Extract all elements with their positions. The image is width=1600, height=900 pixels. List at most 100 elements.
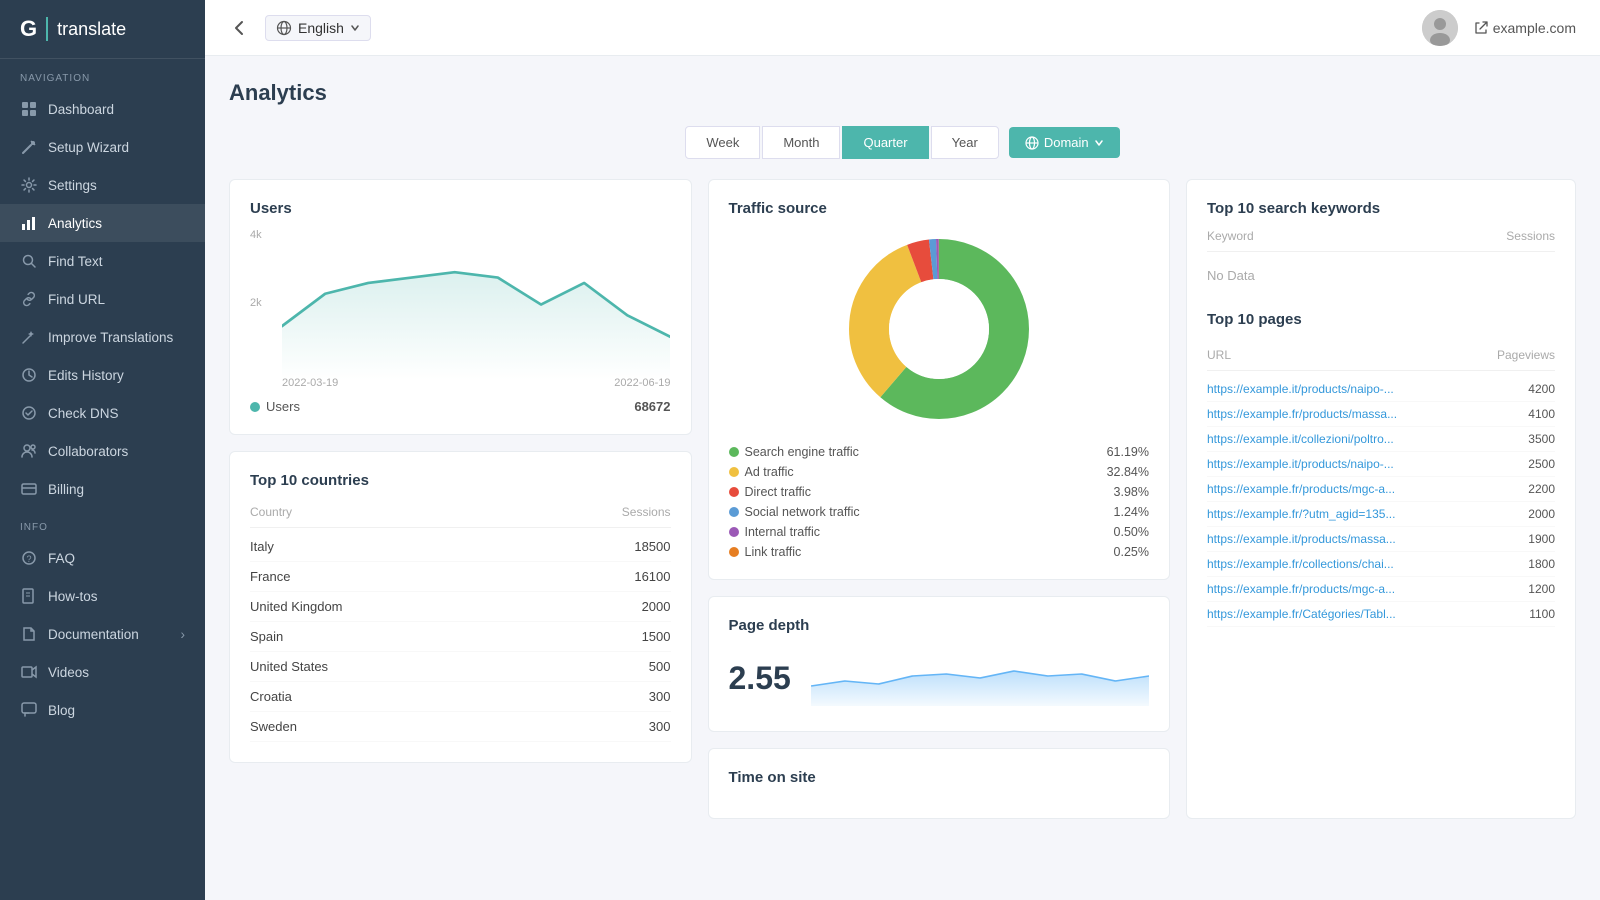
users-chart-area: 4k 2k xyxy=(250,229,671,389)
logo-name: translate xyxy=(57,19,126,40)
sidebar-item-collaborators[interactable]: Collaborators xyxy=(0,432,205,470)
filter-year[interactable]: Year xyxy=(931,126,999,159)
users-legend-value: 68672 xyxy=(634,399,670,414)
sidebar-item-find-text[interactable]: Find Text xyxy=(0,242,205,280)
filter-month[interactable]: Month xyxy=(762,126,840,159)
users-chart-title: Users xyxy=(250,200,671,217)
countries-table-body: Italy18500 France16100 United Kingdom200… xyxy=(250,532,671,742)
sidebar-item-setup-wizard[interactable]: Setup Wizard xyxy=(0,128,205,166)
sidebar-item-faq[interactable]: ? FAQ xyxy=(0,539,205,577)
page-row: https://example.fr/products/mgc-a...1200 xyxy=(1207,577,1555,602)
sidebar-item-improve-translations[interactable]: Improve Translations xyxy=(0,318,205,356)
globe-icon xyxy=(276,20,292,36)
page-row: https://example.fr/?utm_agid=135...2000 xyxy=(1207,502,1555,527)
traffic-row-3: Social network traffic 1.24% xyxy=(729,505,1150,519)
search-icon xyxy=(20,252,38,270)
time-on-site-card: Time on site xyxy=(708,748,1171,819)
domain-icon xyxy=(1025,136,1039,150)
sidebar-item-billing[interactable]: Billing xyxy=(0,470,205,508)
main-area: English example.com Analytics Week Month… xyxy=(205,0,1600,900)
sidebar-label-setup-wizard: Setup Wizard xyxy=(48,140,129,155)
back-button[interactable] xyxy=(229,18,249,38)
table-row: Croatia300 xyxy=(250,682,671,712)
sidebar-item-edits-history[interactable]: Edits History xyxy=(0,356,205,394)
domain-display: example.com xyxy=(1474,20,1576,36)
keywords-section: Top 10 search keywords Keyword Sessions … xyxy=(1207,200,1555,291)
y-label-4k: 4k xyxy=(250,229,278,241)
sidebar-item-find-url[interactable]: Find URL xyxy=(0,280,205,318)
page-depth-value: 2.55 xyxy=(729,660,791,697)
users-legend-label: Users xyxy=(266,399,300,414)
wand-icon xyxy=(20,138,38,156)
sidebar-label-find-text: Find Text xyxy=(48,254,103,269)
table-row: United Kingdom2000 xyxy=(250,592,671,622)
pages-header: URL Pageviews xyxy=(1207,348,1555,371)
traffic-row-5: Link traffic 0.25% xyxy=(729,545,1150,559)
page-row: https://example.it/products/naipo-...250… xyxy=(1207,452,1555,477)
pages-col2: Pageviews xyxy=(1497,348,1555,362)
social-dot xyxy=(729,507,739,517)
filter-domain[interactable]: Domain xyxy=(1009,127,1120,158)
filter-quarter[interactable]: Quarter xyxy=(842,126,928,159)
sidebar-label-dashboard: Dashboard xyxy=(48,102,114,117)
users-line-chart xyxy=(282,229,670,380)
traffic-source-card: Traffic source xyxy=(708,179,1171,580)
clock-icon xyxy=(20,366,38,384)
filter-bar: Week Month Quarter Year Domain xyxy=(229,126,1576,159)
sidebar-label-improve-translations: Improve Translations xyxy=(48,330,173,345)
filter-week[interactable]: Week xyxy=(685,126,760,159)
chart-legend: Users 68672 xyxy=(250,399,671,414)
sidebar-label-how-tos: How-tos xyxy=(48,589,98,604)
sidebar-item-analytics[interactable]: Analytics xyxy=(0,204,205,242)
page-row: https://example.fr/products/mgc-a...2200 xyxy=(1207,477,1555,502)
check-circle-icon xyxy=(20,404,38,422)
sidebar-label-faq: FAQ xyxy=(48,551,75,566)
sidebar-item-check-dns[interactable]: Check DNS xyxy=(0,394,205,432)
sidebar-label-edits-history: Edits History xyxy=(48,368,124,383)
sidebar-label-check-dns: Check DNS xyxy=(48,406,119,421)
traffic-row-2: Direct traffic 3.98% xyxy=(729,485,1150,499)
users-chart-card: Users 4k 2k xyxy=(229,179,692,435)
sidebar-label-settings: Settings xyxy=(48,178,97,193)
sidebar-item-settings[interactable]: Settings xyxy=(0,166,205,204)
page-row: https://example.it/products/naipo-...420… xyxy=(1207,377,1555,402)
video-icon xyxy=(20,663,38,681)
table-row: Sweden300 xyxy=(250,712,671,742)
table-row: Spain1500 xyxy=(250,622,671,652)
pages-col1: URL xyxy=(1207,348,1231,362)
sidebar-item-how-tos[interactable]: How-tos xyxy=(0,577,205,615)
top-pages-section: Top 10 pages URL Pageviews https://examp… xyxy=(1207,311,1555,627)
logo-bar xyxy=(46,17,48,41)
page-row: https://example.fr/collections/chai...18… xyxy=(1207,552,1555,577)
sidebar-label-documentation: Documentation xyxy=(48,627,139,642)
sidebar-item-dashboard[interactable]: Dashboard xyxy=(0,90,205,128)
time-on-site-title: Time on site xyxy=(729,769,1150,786)
table-row: Italy18500 xyxy=(250,532,671,562)
traffic-row-1: Ad traffic 32.84% xyxy=(729,465,1150,479)
grid-icon xyxy=(20,100,38,118)
sidebar-label-analytics: Analytics xyxy=(48,216,102,231)
logo-letter: G xyxy=(20,16,37,42)
credit-card-icon xyxy=(20,480,38,498)
content-area: Analytics Week Month Quarter Year Domain… xyxy=(205,56,1600,900)
keywords-no-data: No Data xyxy=(1207,260,1555,291)
countries-col1: Country xyxy=(250,505,292,519)
logo: G translate xyxy=(0,0,205,59)
y-label-2k: 2k xyxy=(250,297,278,309)
traffic-row-0: Search engine traffic 61.19% xyxy=(729,445,1150,459)
chart-x-labels: 2022-03-19 2022-06-19 xyxy=(282,377,671,389)
language-selector[interactable]: English xyxy=(265,15,371,41)
book-icon xyxy=(20,587,38,605)
sidebar-item-blog[interactable]: Blog xyxy=(0,691,205,729)
traffic-row-4: Internal traffic 0.50% xyxy=(729,525,1150,539)
sidebar-item-documentation[interactable]: Documentation › xyxy=(0,615,205,653)
page-row: https://example.it/products/massa...1900 xyxy=(1207,527,1555,552)
search-dot xyxy=(729,447,739,457)
page-depth-title: Page depth xyxy=(729,617,1150,634)
external-link-icon xyxy=(1474,21,1488,35)
countries-title: Top 10 countries xyxy=(250,472,671,489)
keywords-title: Top 10 search keywords xyxy=(1207,200,1555,217)
countries-card: Top 10 countries Country Sessions Italy1… xyxy=(229,451,692,763)
chart-y-labels: 4k 2k xyxy=(250,229,278,365)
sidebar-item-videos[interactable]: Videos xyxy=(0,653,205,691)
